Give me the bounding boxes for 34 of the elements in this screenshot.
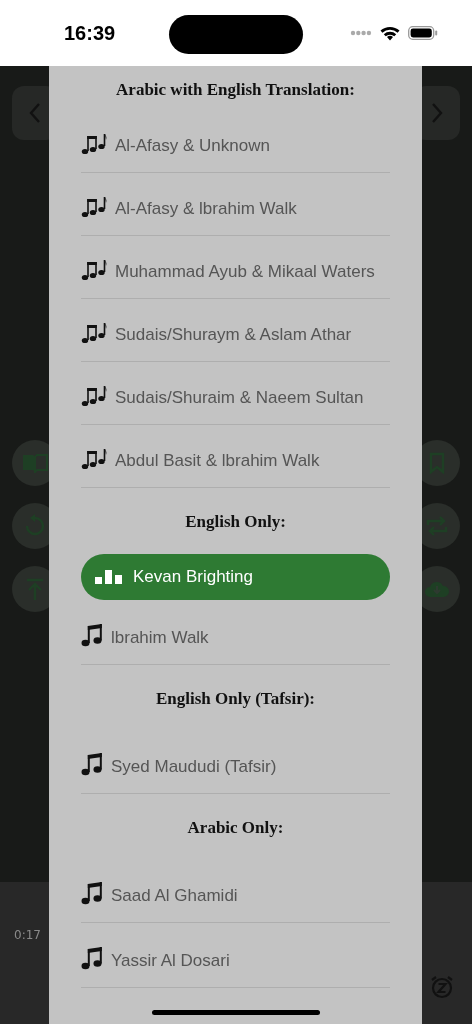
book-icon [22,453,48,473]
elapsed-time: 0:17 [14,928,41,942]
reciter-item[interactable]: Kevan Brighting [81,554,390,600]
music-notes-icon [81,259,107,281]
reciter-item[interactable]: Syed Maududi (Tafsir) [81,729,390,794]
status-time: 16:39 [64,21,116,45]
bars-icon [95,570,125,584]
reciter-item[interactable]: Sudais/Shuraim & Naeem Sultan [81,362,390,425]
chevron-left-icon [28,102,42,124]
battery-icon [408,26,438,40]
music-note-icon [81,752,103,776]
music-notes-icon [81,448,107,470]
music-notes-icon [81,133,107,155]
music-note-icon [81,946,103,970]
reciter-item[interactable]: Yassir Al Dosari [81,923,390,988]
music-note-icon [81,623,103,647]
reciter-item[interactable]: Al-Afasy & Unknown [81,110,390,173]
reciter-item[interactable]: Muhammad Ayub & Mikaal Waters [81,236,390,299]
reciter-item[interactable]: Saad Al Ghamidi [81,858,390,923]
section-title: English Only: [184,511,287,533]
reciter-item[interactable]: Abdul Basit & lbrahim Walk [81,425,390,488]
chevron-right-icon [430,102,444,124]
music-notes-icon [81,196,107,218]
section-title: English Only (Tafsir): [155,688,316,710]
reciter-item[interactable]: Al-Afasy & lbrahim Walk [81,173,390,236]
section-title: Arabic Only: [186,817,285,839]
music-notes-icon [81,385,107,407]
reciter-item[interactable]: lbrahim Walk [81,600,390,665]
music-note-icon [81,881,103,905]
signal-icon [350,30,372,36]
wifi-icon [380,25,400,41]
reciter-item[interactable]: Sudais/Shuraym & Aslam Athar [81,299,390,362]
music-notes-icon [81,322,107,344]
section-title: Arabic with English Translation: [115,79,356,101]
